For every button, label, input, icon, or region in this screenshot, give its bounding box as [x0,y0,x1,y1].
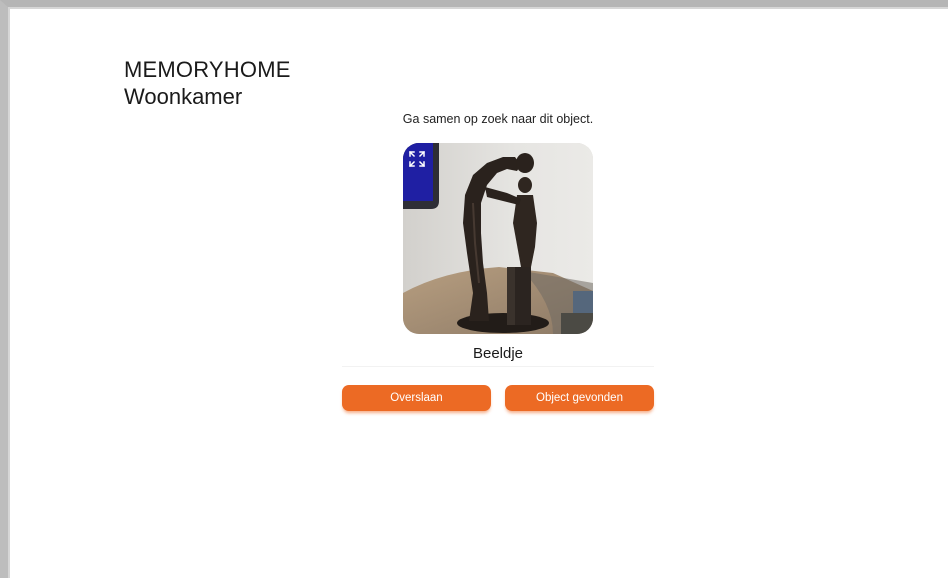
skip-button[interactable]: Overslaan [342,385,491,411]
room-title: Woonkamer [124,84,243,109]
app-title: MEMORYHOME [124,57,291,82]
object-name: Beeldje [472,345,524,362]
object-photo-image [403,143,593,334]
object-found-button[interactable]: Object gevonden [505,385,654,411]
divider [342,366,654,367]
expand-icon[interactable] [407,149,427,169]
app-window: MEMORYHOME Woonkamer Ga samen op zoek na… [0,0,948,578]
object-photo [403,143,593,334]
instruction-text: Ga samen op zoek naar dit object. [402,112,594,126]
